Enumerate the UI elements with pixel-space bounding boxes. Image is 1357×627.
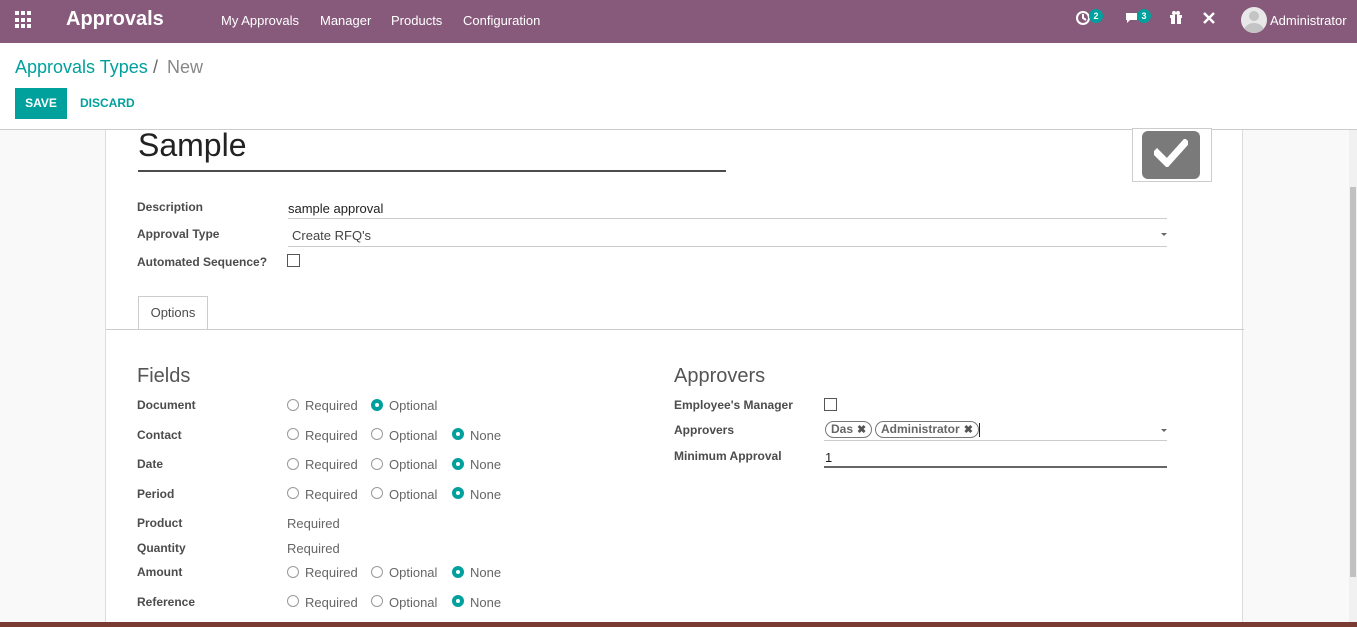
radio-amount-required[interactable] xyxy=(287,566,299,578)
description-label: Description xyxy=(137,200,204,214)
automated-sequence-label: Automated Sequence? xyxy=(137,255,268,269)
breadcrumb-current: New xyxy=(167,57,204,77)
messages-badge: 3 xyxy=(1137,9,1151,23)
automated-sequence-checkbox[interactable] xyxy=(287,254,300,267)
radio-contact-none[interactable] xyxy=(452,428,464,440)
radio-label: Required xyxy=(305,487,358,502)
remove-tag-icon[interactable]: ✖ xyxy=(857,424,866,436)
tag-label: Administrator xyxy=(881,422,960,436)
radio-label: Optional xyxy=(389,398,438,413)
bottom-strip xyxy=(0,622,1357,627)
minimum-approval-input[interactable]: 1 xyxy=(825,450,832,465)
radio-contact-required[interactable] xyxy=(287,428,299,440)
name-underline xyxy=(138,170,726,172)
radio-label: Optional xyxy=(389,595,438,610)
radio-label: None xyxy=(470,428,502,443)
radio-label: Required xyxy=(305,398,358,413)
field-label-date: Date xyxy=(137,457,164,471)
quantity-static-value: Required xyxy=(287,541,340,556)
breadcrumb-parent[interactable]: Approvals Types xyxy=(15,57,148,78)
approvers-heading: Approvers xyxy=(674,365,766,387)
field-label-document: Document xyxy=(137,398,196,412)
approvers-label: Approvers xyxy=(674,423,735,437)
tab-options[interactable]: Options xyxy=(138,296,208,330)
scrollbar-thumb[interactable] xyxy=(1350,187,1356,577)
save-button[interactable]: SAVE xyxy=(15,88,67,119)
text-cursor xyxy=(979,423,980,437)
radio-document-optional[interactable] xyxy=(371,399,383,411)
user-avatar[interactable] xyxy=(1241,7,1267,33)
menu-products[interactable]: Products xyxy=(391,13,442,28)
minimum-approval-label: Minimum Approval xyxy=(674,449,782,463)
discard-button[interactable]: DISCARD xyxy=(80,96,135,110)
form-sheet: Sample Description sample approval Appro… xyxy=(105,127,1244,627)
fields-heading: Fields xyxy=(137,365,191,387)
radio-label: None xyxy=(470,457,502,472)
menu-manager[interactable]: Manager xyxy=(320,13,371,28)
field-label-contact: Contact xyxy=(137,428,182,442)
radio-label: None xyxy=(470,487,502,502)
approver-tag-administrator[interactable]: Administrator ✖ xyxy=(875,421,979,438)
approver-tag-das[interactable]: Das ✖ xyxy=(825,421,873,438)
radio-date-optional[interactable] xyxy=(371,458,383,470)
radio-contact-optional[interactable] xyxy=(371,428,383,440)
user-menu[interactable]: Administrator xyxy=(1270,13,1347,28)
radio-period-required[interactable] xyxy=(287,487,299,499)
approval-type-select[interactable]: Create RFQ's xyxy=(292,228,371,243)
minimum-approval-underline xyxy=(824,466,1167,468)
radio-label: Required xyxy=(305,428,358,443)
approvers-underline xyxy=(824,440,1167,441)
radio-reference-optional[interactable] xyxy=(371,595,383,607)
radio-label: Optional xyxy=(389,457,438,472)
radio-label: Optional xyxy=(389,487,438,502)
field-label-period: Period xyxy=(137,487,175,501)
approval-type-underline xyxy=(288,246,1167,247)
debug-tools-icon[interactable] xyxy=(1202,10,1216,31)
radio-label: Required xyxy=(305,457,358,472)
radio-reference-required[interactable] xyxy=(287,595,299,607)
radio-label: None xyxy=(470,595,502,610)
field-label-quantity: Quantity xyxy=(137,541,186,555)
radio-date-required[interactable] xyxy=(287,458,299,470)
approval-type-label: Approval Type xyxy=(137,227,220,241)
radio-label: Optional xyxy=(389,565,438,580)
radio-amount-none[interactable] xyxy=(452,566,464,578)
chevron-down-icon[interactable] xyxy=(1161,233,1167,236)
top-navbar: Approvals My Approvals Manager Products … xyxy=(0,0,1357,43)
radio-label: Required xyxy=(305,595,358,610)
description-input[interactable]: sample approval xyxy=(288,201,383,216)
tab-divider xyxy=(106,329,1244,330)
radio-document-required[interactable] xyxy=(287,399,299,411)
activity-badge: 2 xyxy=(1089,9,1103,23)
employee-manager-checkbox[interactable] xyxy=(824,398,837,411)
chevron-down-icon[interactable] xyxy=(1161,429,1167,432)
remove-tag-icon[interactable]: ✖ xyxy=(964,424,973,436)
radio-period-optional[interactable] xyxy=(371,487,383,499)
radio-date-none[interactable] xyxy=(452,458,464,470)
employee-manager-label: Employee's Manager xyxy=(674,398,793,412)
description-underline xyxy=(288,218,1167,219)
control-panel: Approvals Types / New SAVE DISCARD xyxy=(0,43,1357,130)
checkmark-icon xyxy=(1142,131,1200,179)
page-scrollbar[interactable] xyxy=(1349,130,1357,627)
radio-reference-none[interactable] xyxy=(452,595,464,607)
tag-label: Das xyxy=(831,422,854,436)
radio-label: Required xyxy=(305,565,358,580)
image-field[interactable] xyxy=(1132,128,1212,182)
radio-label: Optional xyxy=(389,428,438,443)
radio-label: None xyxy=(470,565,502,580)
field-label-reference: Reference xyxy=(137,595,196,609)
field-label-amount: Amount xyxy=(137,565,183,579)
app-brand[interactable]: Approvals xyxy=(66,8,164,31)
menu-configuration[interactable]: Configuration xyxy=(463,13,540,28)
app-grid-icon[interactable] xyxy=(15,11,33,29)
radio-amount-optional[interactable] xyxy=(371,566,383,578)
record-name-input[interactable]: Sample xyxy=(138,127,247,164)
product-static-value: Required xyxy=(287,516,340,531)
breadcrumb-separator: / xyxy=(153,57,159,77)
gift-icon[interactable] xyxy=(1169,10,1183,31)
radio-period-none[interactable] xyxy=(452,487,464,499)
field-label-product: Product xyxy=(137,516,183,530)
menu-my-approvals[interactable]: My Approvals xyxy=(221,13,299,28)
